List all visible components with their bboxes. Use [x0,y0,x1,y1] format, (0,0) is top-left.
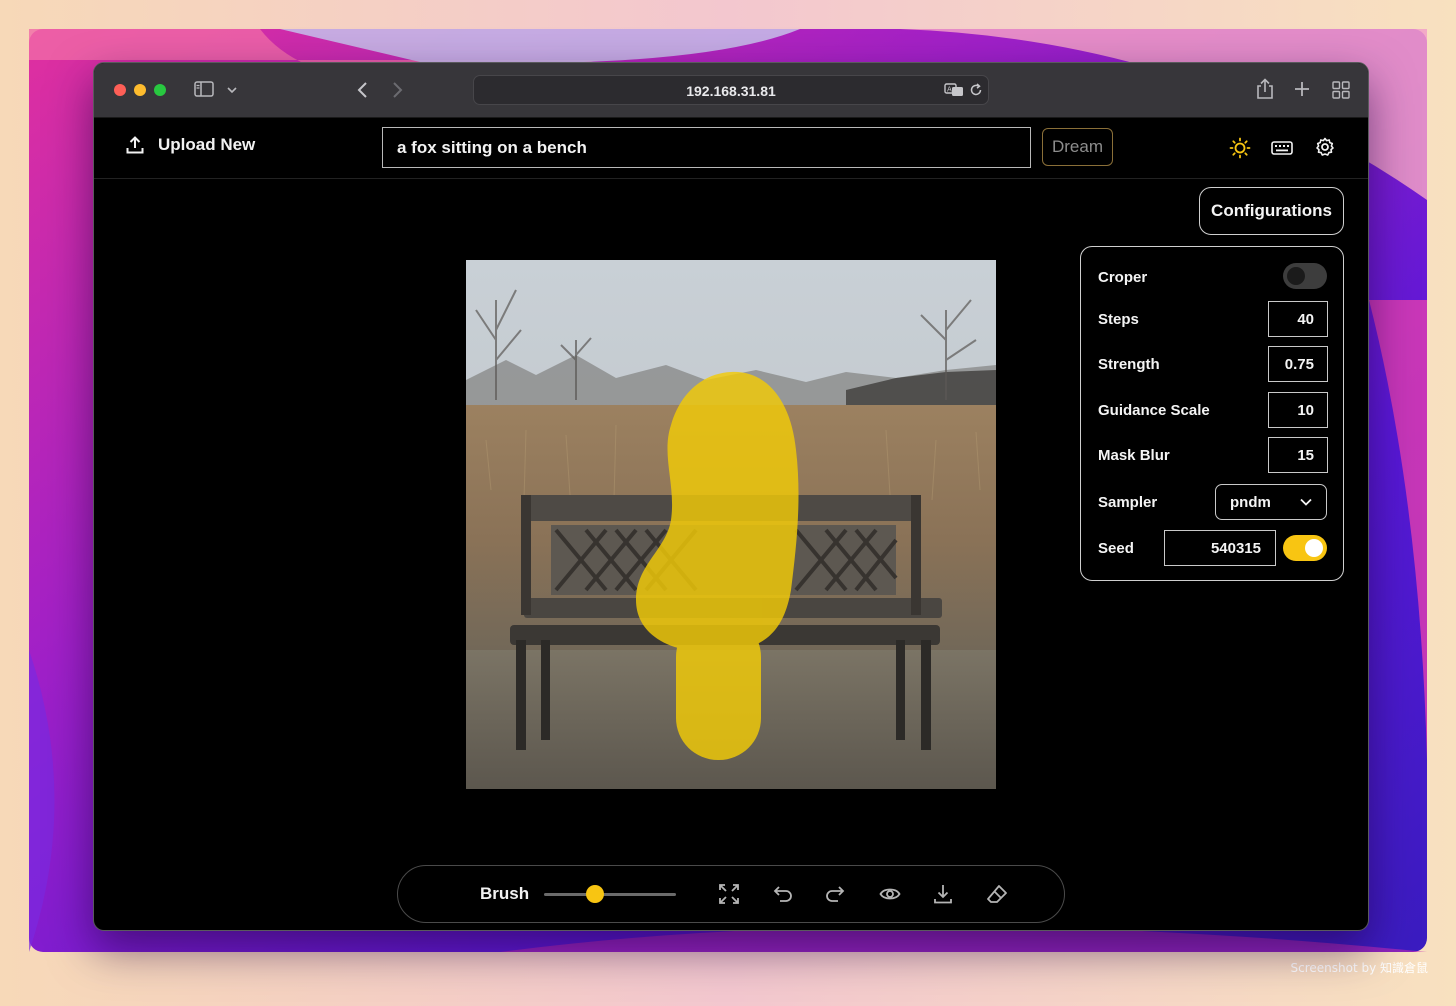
guidance-scale-input[interactable]: 10 [1268,392,1328,428]
sun-icon[interactable] [1229,137,1251,159]
download-icon[interactable] [932,883,954,905]
new-tab-icon[interactable] [1294,81,1310,97]
eye-icon[interactable] [879,883,901,905]
zoom-window-button[interactable] [154,84,166,96]
brush-size-slider[interactable] [544,893,676,896]
forward-icon[interactable] [392,81,404,99]
sampler-value: pndm [1230,494,1271,511]
browser-window: 192.168.31.81 A Upload New a fox sitting… [93,62,1369,931]
editor-toolbar: Brush [397,865,1065,923]
image-canvas[interactable] [466,260,996,789]
chevron-down-icon [1300,498,1312,506]
croper-toggle[interactable] [1283,263,1327,289]
svg-text:A: A [947,86,952,94]
upload-new-button[interactable]: Upload New [126,135,255,155]
prompt-input[interactable] [382,127,1031,168]
mask-blur-label: Mask Blur [1098,447,1170,464]
brush-label: Brush [480,884,530,903]
upload-icon [126,136,144,154]
seed-label: Seed [1098,540,1134,557]
mask-blur-input[interactable]: 15 [1268,437,1328,473]
dream-button[interactable]: Dream [1042,128,1113,166]
translate-icon[interactable]: A [944,82,964,98]
strength-label: Strength [1098,356,1160,373]
seed-input[interactable]: 540315 [1164,530,1276,566]
sampler-label: Sampler [1098,494,1158,511]
undo-icon[interactable] [771,883,793,905]
upload-new-label: Upload New [158,135,256,154]
reload-icon[interactable] [969,83,983,97]
sidebar-toggle-icon[interactable] [194,81,214,97]
configurations-button[interactable]: Configurations [1199,187,1344,235]
eraser-icon[interactable] [986,883,1008,905]
close-window-button[interactable] [114,84,126,96]
guidance-scale-label: Guidance Scale [1098,402,1210,419]
croper-label: Croper [1098,269,1148,286]
url-text: 192.168.31.81 [686,83,776,99]
share-icon[interactable] [1256,78,1274,100]
steps-label: Steps [1098,311,1139,328]
browser-titlebar: 192.168.31.81 A [94,63,1368,118]
sampler-select[interactable]: pndm [1215,484,1327,520]
app-header: Upload New Dream [94,117,1368,179]
seed-toggle[interactable] [1283,535,1327,561]
address-bar[interactable]: 192.168.31.81 A [473,75,989,105]
strength-input[interactable]: 0.75 [1268,346,1328,382]
fullscreen-icon[interactable] [718,883,740,905]
brush-size-slider-handle[interactable] [586,885,605,903]
tab-overview-icon[interactable] [1332,81,1350,99]
configurations-panel: Croper Steps 40 Strength 0.75 Guidance S… [1080,246,1344,581]
screenshot-watermark: Screenshot by 知識倉鼠 [1290,961,1428,975]
chevron-down-icon[interactable] [227,86,237,94]
back-icon[interactable] [356,81,368,99]
redo-icon[interactable] [825,883,847,905]
keyboard-icon[interactable] [1271,141,1293,155]
minimize-window-button[interactable] [134,84,146,96]
steps-input[interactable]: 40 [1268,301,1328,337]
gear-icon[interactable] [1315,137,1335,157]
